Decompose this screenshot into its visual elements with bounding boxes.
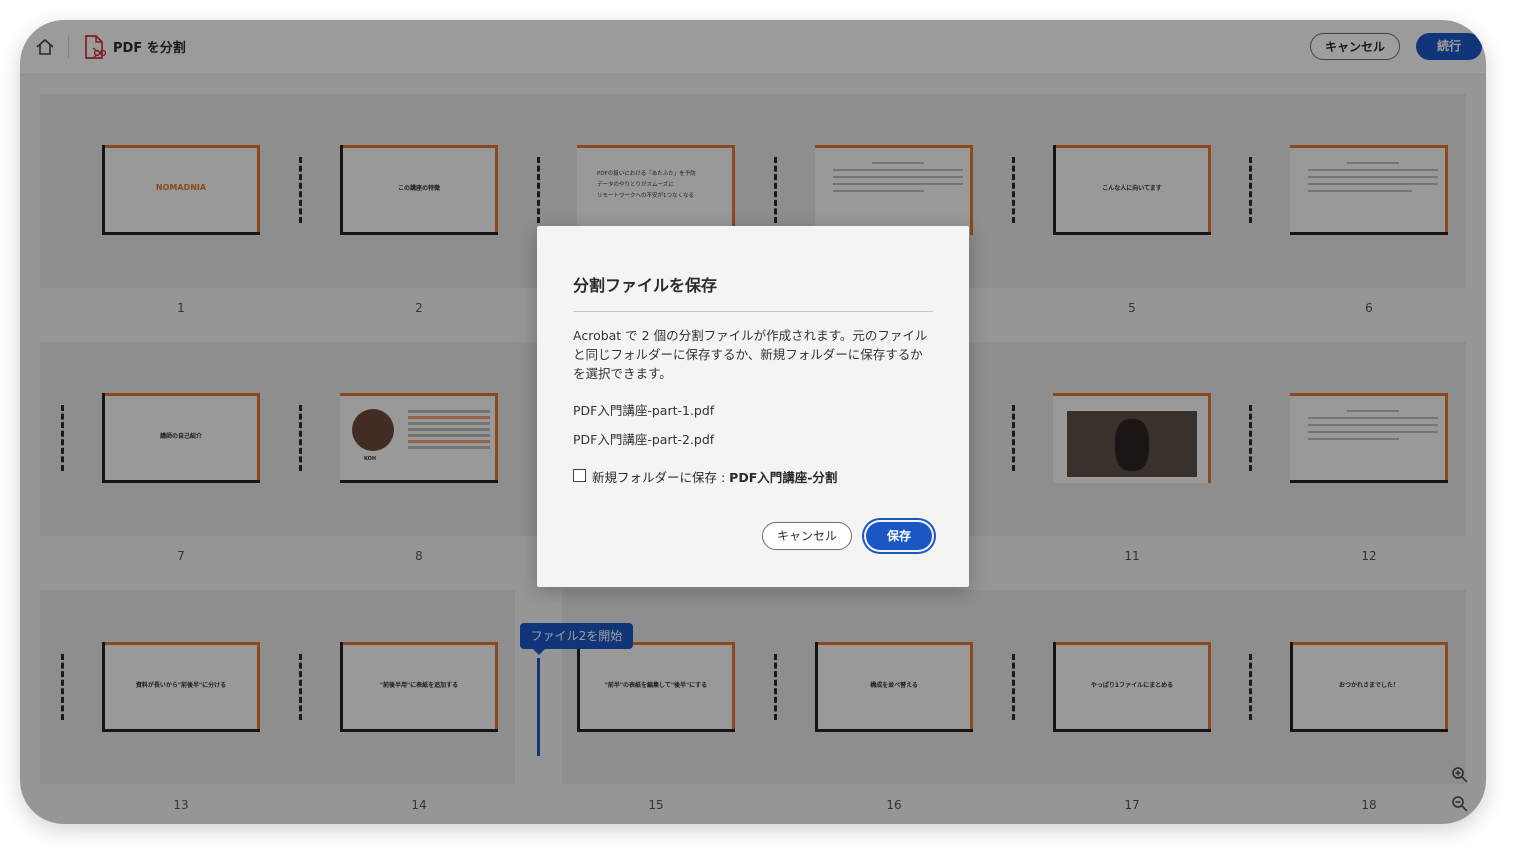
save-split-files-dialog: 分割ファイルを保存 Acrobat で 2 個の分割ファイルが作成されます。元の…: [537, 226, 969, 587]
dialog-message: Acrobat で 2 個の分割ファイルが作成されます。元のファイルと同じフォル…: [573, 328, 928, 381]
output-file-name: PDF入門講座-part-1.pdf: [573, 403, 715, 418]
output-file-name: PDF入門講座-part-2.pdf: [573, 432, 715, 447]
checkbox-label-text: 新規フォルダーに保存 :: [592, 470, 730, 485]
new-folder-checkbox[interactable]: [573, 469, 586, 482]
dialog-save-button[interactable]: 保存: [866, 522, 932, 550]
dialog-divider: [573, 311, 933, 312]
dialog-cancel-button[interactable]: キャンセル: [762, 522, 852, 550]
app-window: PDF を分割 キャンセル 続行 NOMADNIA 1 この講座の特徴 2 PD…: [20, 20, 1486, 824]
new-folder-name: PDF入門講座-分割: [729, 470, 838, 485]
new-folder-checkbox-label[interactable]: 新規フォルダーに保存 : PDF入門講座-分割: [592, 467, 837, 486]
dialog-title: 分割ファイルを保存: [573, 276, 718, 295]
